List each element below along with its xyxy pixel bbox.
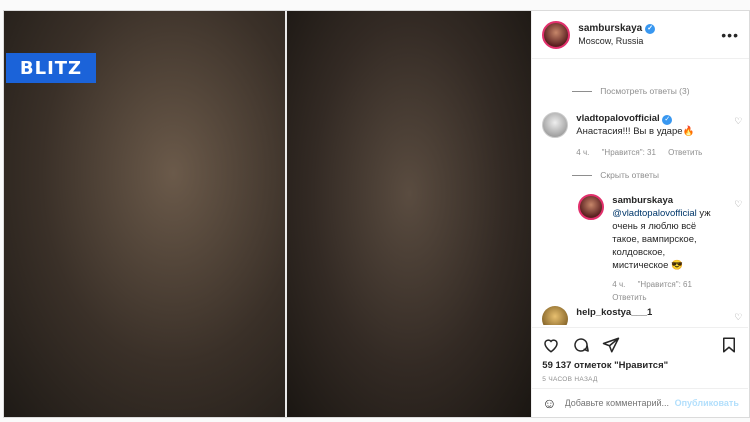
comment-item: help_kostya___1 — [542, 306, 742, 325]
instagram-post: BLITZ samburskaya ✓ Moscow, Russia ••• П… — [3, 10, 750, 418]
commenter-avatar[interactable] — [542, 306, 569, 325]
comment-icon[interactable] — [572, 336, 590, 354]
comment-text: Анастасия!!! Вы в ударе🔥 — [576, 126, 695, 137]
author-username[interactable]: samburskaya — [578, 23, 642, 34]
author-username-row[interactable]: samburskaya ✓ — [578, 23, 656, 34]
like-comment-icon[interactable]: ♡ — [734, 116, 742, 127]
publish-button[interactable]: Опубликовать — [675, 398, 739, 408]
comment-body: help_kostya___1 — [542, 306, 742, 325]
reply-body: samburskaya @vladtopalovofficial уж очен… — [578, 194, 728, 304]
comments-list: Посмотреть ответы (3) vladtopalovofficia… — [532, 60, 748, 325]
author-avatar[interactable] — [542, 20, 571, 49]
reply-time[interactable]: 4 ч. — [612, 280, 625, 289]
commenter-avatar[interactable] — [542, 112, 569, 138]
add-comment-bar: ☺ Опубликовать — [532, 388, 749, 417]
view-replies-label: Посмотреть ответы (3) — [600, 86, 690, 96]
post-header: samburskaya ✓ Moscow, Russia ••• — [532, 11, 749, 59]
verified-icon: ✓ — [645, 23, 656, 34]
photo-right — [286, 11, 532, 417]
comment-likes[interactable]: "Нравится": 31 — [602, 148, 656, 157]
view-replies-toggle[interactable]: Посмотреть ответы (3) — [572, 86, 690, 96]
reply-avatar[interactable] — [578, 194, 605, 220]
reply-likes[interactable]: "Нравится": 61 — [638, 280, 692, 289]
post-location[interactable]: Moscow, Russia — [578, 36, 655, 46]
like-comment-icon[interactable]: ♡ — [734, 312, 742, 323]
blitz-logo: BLITZ — [6, 53, 96, 83]
commenter-username[interactable]: vladtopalovofficial — [576, 113, 659, 124]
post-image[interactable]: BLITZ — [4, 11, 532, 417]
post-actions: 59 137 отметок "Нравится" 5 ЧАСОВ НАЗАД — [532, 327, 749, 385]
reply-reply-button[interactable]: Ответить — [612, 293, 646, 302]
replies-line — [572, 175, 593, 177]
comment-content: help_kostya___1 — [576, 306, 652, 325]
reply-item: samburskaya @vladtopalovofficial уж очен… — [578, 194, 728, 304]
comment-content: vladtopalovofficial ✓ Анастасия!!! Вы в … — [576, 112, 726, 159]
comment-time[interactable]: 4 ч. — [576, 148, 589, 157]
comment-input[interactable] — [564, 398, 675, 408]
action-icons — [542, 334, 738, 356]
reply-meta: 4 ч. "Нравится": 61 Ответить — [612, 278, 720, 304]
reply-mention[interactable]: @vladtopalovofficial — [612, 208, 696, 219]
author-info: samburskaya ✓ Moscow, Russia — [578, 23, 656, 46]
reply-button[interactable]: Ответить — [668, 148, 702, 157]
hide-replies-label: Скрыть ответы — [600, 170, 659, 180]
comment-meta: 4 ч. "Нравится": 31 Ответить — [576, 146, 726, 159]
post-sidebar: samburskaya ✓ Moscow, Russia ••• Посмотр… — [531, 11, 749, 417]
more-options-icon[interactable]: ••• — [721, 27, 739, 43]
page: BLITZ samburskaya ✓ Moscow, Russia ••• П… — [0, 0, 750, 422]
reply-username[interactable]: samburskaya — [612, 195, 673, 206]
commenter-username[interactable]: help_kostya___1 — [576, 307, 652, 318]
replies-line — [572, 91, 593, 93]
photo-divider — [285, 11, 287, 417]
comment-item: vladtopalovofficial ✓ Анастасия!!! Вы в … — [542, 112, 742, 159]
bookmark-icon[interactable] — [720, 336, 738, 354]
post-time[interactable]: 5 ЧАСОВ НАЗАД — [542, 376, 738, 383]
hide-replies-toggle[interactable]: Скрыть ответы — [572, 170, 659, 180]
verified-icon: ✓ — [662, 115, 673, 125]
emoji-icon[interactable]: ☺ — [542, 395, 556, 411]
likes-count[interactable]: 59 137 отметок "Нравится" — [542, 360, 738, 371]
heart-icon[interactable] — [542, 336, 560, 354]
share-icon[interactable] — [602, 336, 620, 354]
comment-body: vladtopalovofficial ✓ Анастасия!!! Вы в … — [542, 112, 742, 159]
like-reply-icon[interactable]: ♡ — [734, 199, 742, 210]
reply-content: samburskaya @vladtopalovofficial уж очен… — [612, 194, 720, 304]
